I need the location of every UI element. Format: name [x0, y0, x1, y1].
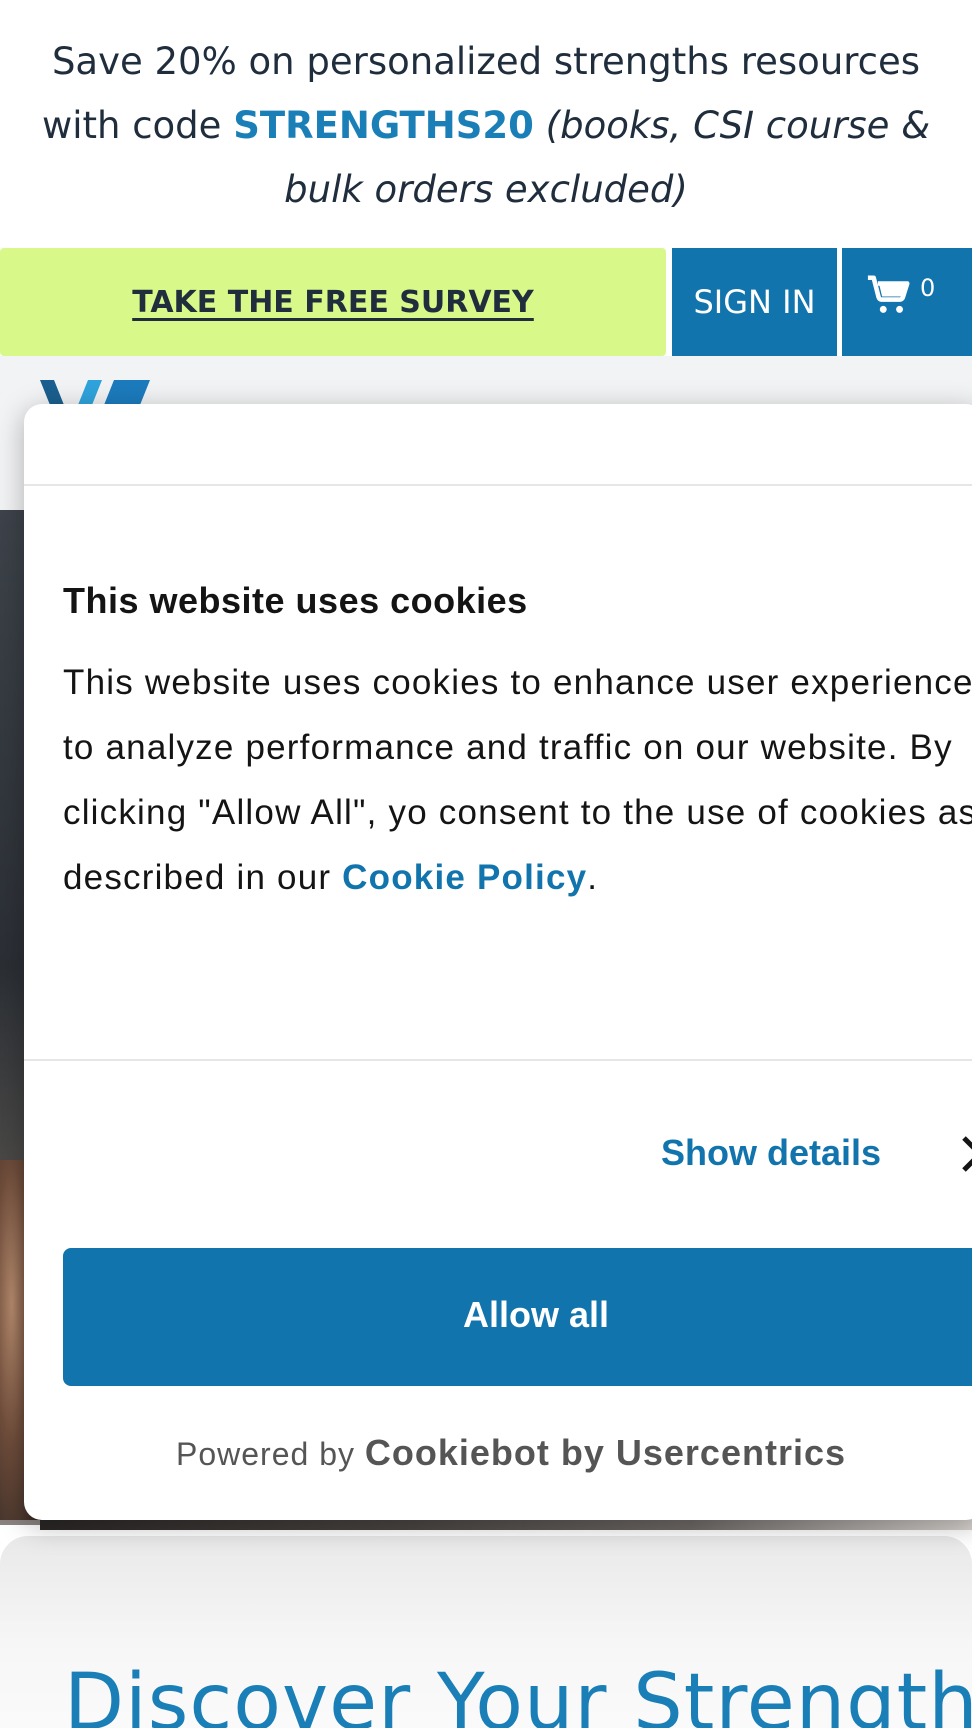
top-action-bar: TAKE THE FREE SURVEY SIGN IN 0	[0, 248, 972, 356]
powered-by: Powered by Cookiebot by Usercentrics	[176, 1432, 846, 1474]
promo-code: STRENGTHS20	[233, 104, 534, 147]
cookie-consent-dialog: This website uses cookies This website u…	[24, 404, 972, 1520]
allow-all-label: Allow all	[463, 1294, 610, 1335]
take-survey-label: TAKE THE FREE SURVEY	[132, 284, 534, 320]
promo-banner: Save 20% on personalized strengths resou…	[0, 0, 972, 248]
dialog-divider-top	[24, 484, 972, 486]
cart-count: 0	[920, 274, 936, 302]
take-survey-button[interactable]: TAKE THE FREE SURVEY	[0, 248, 666, 356]
show-details-button[interactable]: Show details	[661, 1132, 881, 1174]
allow-all-button[interactable]: Allow all	[63, 1248, 972, 1386]
dialog-divider-middle	[24, 1059, 972, 1061]
powered-by-prefix: Powered by	[176, 1436, 355, 1472]
sign-in-label: SIGN IN	[693, 283, 816, 321]
cookie-dialog-title: This website uses cookies	[63, 580, 528, 621]
chevron-right-icon[interactable]	[960, 1134, 972, 1174]
cookie-body-end: .	[587, 858, 599, 897]
page-heading: Discover Your Strengths	[64, 1658, 972, 1728]
cookie-dialog-body: This website uses cookies to enhance use…	[63, 650, 972, 910]
cookie-policy-link[interactable]: Cookie Policy	[342, 858, 587, 897]
cart-icon	[867, 275, 910, 313]
sign-in-button[interactable]: SIGN IN	[672, 248, 837, 356]
cart-button[interactable]: 0	[842, 248, 972, 356]
cookiebot-brand-link[interactable]: Cookiebot by Usercentrics	[365, 1432, 846, 1473]
